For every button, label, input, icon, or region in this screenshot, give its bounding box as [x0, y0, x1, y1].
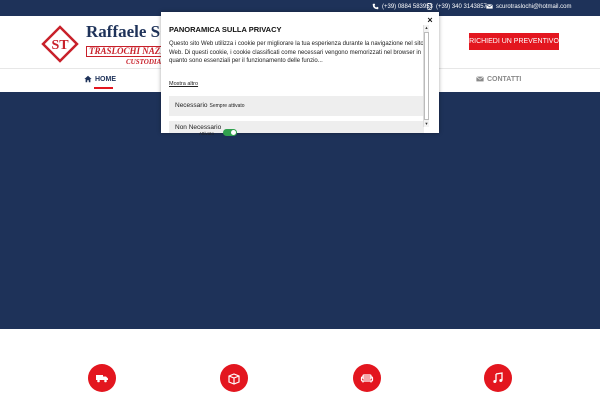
close-icon[interactable]: ×	[425, 15, 435, 25]
nav-contatti-label: CONTATTI	[487, 75, 522, 83]
service-moving[interactable]	[88, 364, 116, 392]
truck-icon	[96, 375, 108, 383]
logo-badge-icon: ST	[41, 25, 79, 63]
mobile-phone-icon	[427, 3, 432, 10]
home-icon	[84, 75, 92, 83]
category-label: Necessario Sempre attivato	[175, 102, 245, 109]
nav-item-home[interactable]: HOME	[84, 75, 116, 89]
category-status: Attivato	[199, 131, 215, 136]
envelope-icon	[486, 4, 493, 9]
show-more-link[interactable]: Mostra altro	[169, 81, 198, 87]
privacy-overview-dialog: × PANORAMICA SULLA PRIVACY Questo sito W…	[161, 12, 439, 136]
email-address: scurotraslochi@hotmail.com	[496, 3, 572, 10]
scrollbar-thumb[interactable]	[424, 32, 429, 120]
request-quote-button[interactable]: RICHIEDI UN PREVENTIVO	[469, 33, 559, 50]
category-name: Necessario	[175, 102, 208, 109]
envelope-icon	[476, 76, 484, 82]
site-logo[interactable]: ST Raffaele SC TRASLOCHI NAZIONA CUSTODI…	[40, 22, 172, 66]
privacy-dialog-title: PANORAMICA SULLA PRIVACY	[169, 25, 282, 34]
phone-contact-2[interactable]: (+39) 340 3143857	[426, 3, 487, 10]
service-packing[interactable]	[220, 364, 248, 392]
music-note-icon	[493, 372, 503, 383]
service-pianos[interactable]	[484, 364, 512, 392]
cookie-category-necessary[interactable]: Necessario Sempre attivato	[169, 96, 424, 116]
sofa-icon	[360, 374, 374, 383]
category-name: Non Necessario	[175, 124, 222, 131]
category-status: Sempre attivato	[209, 103, 245, 109]
logo-name: Raffaele SC	[86, 22, 173, 41]
phone-icon	[372, 3, 379, 10]
nav-item-contatti[interactable]: CONTATTI	[476, 75, 521, 83]
scroll-down-icon[interactable]: ▼	[424, 121, 429, 127]
phone-number-2: (+39) 340 3143857	[436, 3, 487, 10]
logo-tagline-1: TRASLOCHI NAZIONA	[86, 46, 166, 57]
dialog-scrollbar[interactable]: ▲ ▼	[423, 25, 429, 127]
phone-contact-1[interactable]: (+39) 0884 583953	[372, 3, 433, 10]
email-contact[interactable]: scurotraslochi@hotmail.com	[486, 3, 571, 10]
active-indicator	[94, 87, 113, 89]
scroll-up-icon[interactable]: ▲	[424, 25, 429, 31]
service-furniture[interactable]	[353, 364, 381, 392]
cookie-category-non-necessary[interactable]: Non Necessario Attivato	[169, 121, 424, 136]
nav-home-label: HOME	[95, 75, 116, 83]
logo-badge-text: ST	[51, 38, 69, 53]
box-icon	[228, 373, 240, 385]
privacy-dialog-body: Questo sito Web utilizza i cookie per mi…	[169, 41, 424, 64]
non-necessary-toggle[interactable]	[223, 129, 237, 136]
